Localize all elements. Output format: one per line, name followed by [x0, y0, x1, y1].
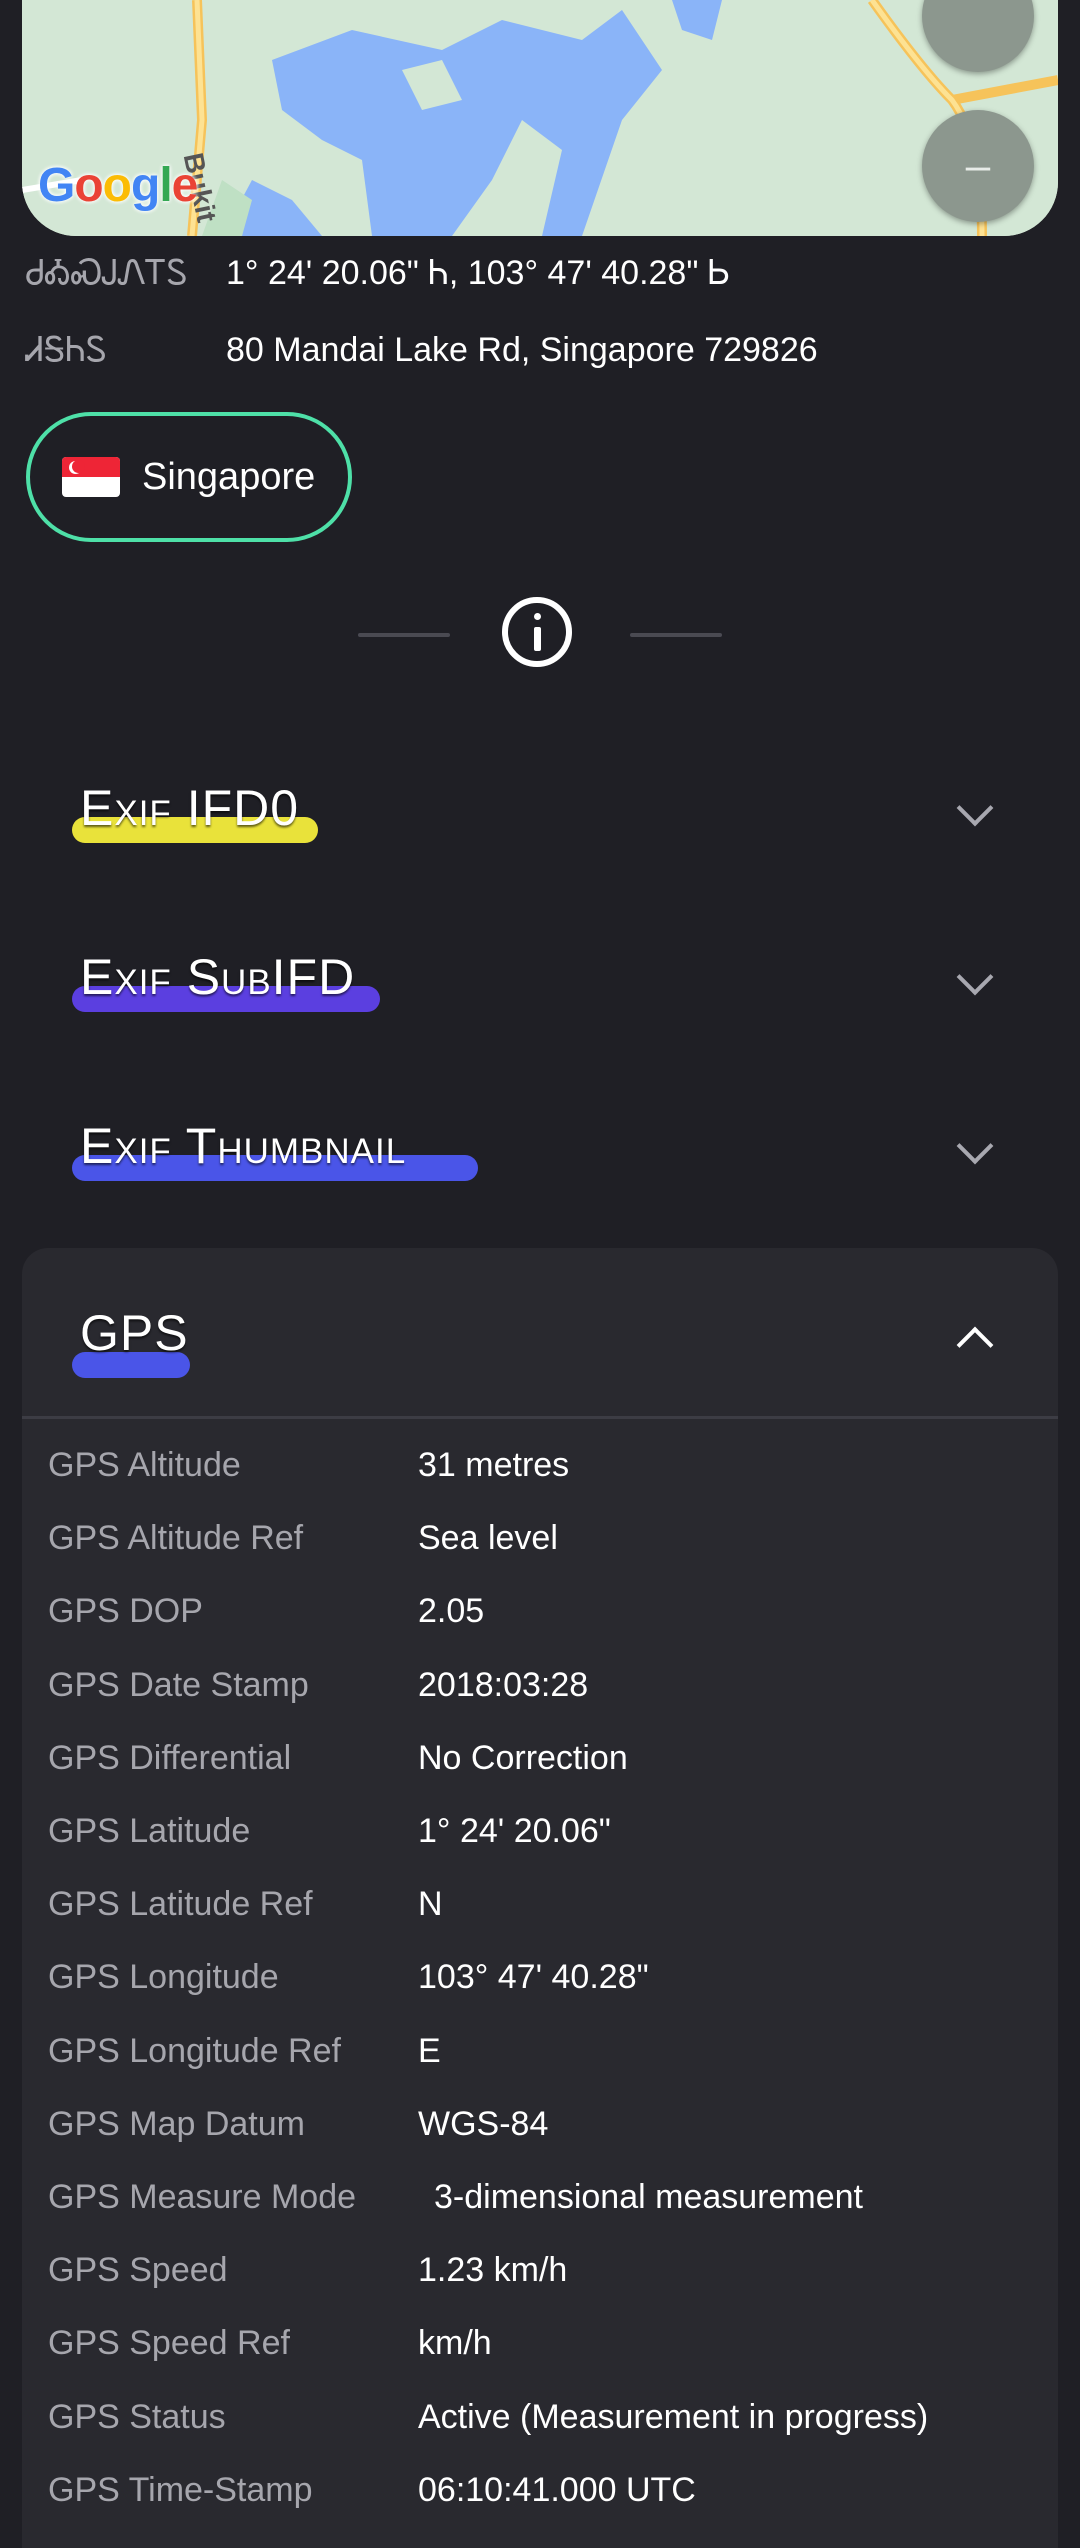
location-map[interactable]: Bukit Google – — [22, 0, 1058, 236]
info-icon[interactable] — [502, 597, 572, 667]
section-exif-subifd[interactable]: Exif SubIFD — [22, 914, 1058, 1044]
address-value: 80 Mandai Lake Rd, Singapore 729826 — [226, 331, 818, 369]
zoom-out-button[interactable]: – — [922, 110, 1034, 222]
gps-card: GPS GPS Altitude 31 metres GPS Altitude Re… — [22, 1248, 1058, 2548]
chevron-down-icon — [956, 789, 994, 827]
gps-row-label: GPS Longitude Ref — [48, 2031, 341, 2070]
gps-row-label: GPS Altitude Ref — [48, 1519, 304, 1558]
address-row: ᏗᎦᏂᏚ 80 Mandai Lake Rd, Singapore 729826 — [26, 331, 818, 370]
google-logo-letter: l — [159, 159, 172, 212]
gps-row: GPS Altitude 31 metres — [48, 1446, 569, 1485]
gps-row-value: Active (Measurement in progress) — [418, 2397, 929, 2436]
gps-row-value: Sea level — [418, 1519, 558, 1558]
section-title: Exif Thumbnail — [80, 1118, 407, 1174]
country-chip[interactable]: Singapore — [26, 412, 352, 542]
gps-row-value: 103° 47' 40.28" — [418, 1958, 649, 1997]
coordinates-row: ᏧᎣᏍᎫᏁᎢᏚ 1° 24' 20.06" Ꮒ, 103° 47' 40.28"… — [26, 254, 730, 293]
section-exif-ifd0[interactable]: Exif IFD0 — [22, 745, 1058, 875]
gps-row-value: 06:10:41.000 UTC — [418, 2470, 696, 2509]
section-title: GPS — [80, 1305, 189, 1361]
coordinates-value: 1° 24' 20.06" Ꮒ, 103° 47' 40.28" Ꮟ — [226, 254, 731, 292]
gps-row: GPS Latitude 1° 24' 20.06" — [48, 1812, 611, 1851]
gps-row: GPS Latitude Ref N — [48, 1885, 443, 1924]
gps-row-value: E — [418, 2031, 441, 2070]
gps-row-label: GPS Speed — [48, 2251, 228, 2290]
gps-row-value: N — [418, 1885, 443, 1924]
section-title: Exif SubIFD — [80, 949, 356, 1005]
section-exif-thumbnail[interactable]: Exif Thumbnail — [22, 1083, 1058, 1213]
google-logo: Google — [38, 158, 199, 213]
chevron-down-icon — [956, 958, 994, 996]
gps-row: GPS Time-Stamp 06:10:41.000 UTC — [48, 2471, 696, 2510]
gps-row-value: 3-dimensional measurement — [434, 2178, 863, 2216]
coordinates-label: ᏧᎣᏍᎫᏁᎢᏚ — [26, 254, 188, 292]
google-logo-letter: o — [74, 159, 103, 212]
gps-row-label: GPS Differential — [48, 1738, 292, 1777]
section-gps[interactable]: GPS — [22, 1248, 1058, 1378]
gps-row: GPS Longitude 103° 47' 40.28" — [48, 1958, 649, 1997]
gps-row-value: 1.23 km/h — [418, 2251, 568, 2290]
gps-row-label: GPS Latitude — [48, 1812, 251, 1850]
google-logo-letter: G — [38, 159, 75, 212]
google-logo-letter: g — [131, 159, 160, 212]
divider-right — [630, 633, 722, 637]
gps-row-label: GPS DOP — [48, 1592, 203, 1631]
gps-row: GPS Differential No Correction — [48, 1739, 628, 1778]
gps-row-value: 31 metres — [418, 1446, 570, 1484]
gps-row-label: GPS Speed Ref — [48, 2324, 290, 2363]
gps-row: GPS Speed 1.23 km/h — [48, 2251, 567, 2290]
gps-row-value: 2018:03:28 — [418, 1665, 589, 1704]
gps-row-label: GPS Date Stamp — [48, 1665, 309, 1704]
gps-row-value: km/h — [418, 2324, 492, 2363]
gps-row: GPS Map Datum WGS-84 — [48, 2105, 548, 2144]
gps-row-label: GPS Latitude Ref — [48, 1885, 313, 1924]
gps-row-label: GPS Time-Stamp — [48, 2470, 313, 2509]
gps-separator — [22, 1416, 1058, 1419]
section-title: Exif IFD0 — [80, 780, 300, 836]
gps-row-value: No Correction — [418, 1738, 628, 1777]
gps-row: GPS Status Active (Measurement in progres… — [48, 2398, 928, 2437]
gps-row: GPS Longitude Ref E — [48, 2032, 441, 2071]
divider-left — [358, 633, 450, 637]
singapore-flag-icon — [62, 457, 120, 497]
gps-row: GPS Date Stamp 2018:03:28 — [48, 1666, 588, 1705]
gps-row-label: GPS Longitude — [48, 1958, 279, 1997]
gps-row: GPS DOP 2.05 — [48, 1592, 484, 1631]
google-logo-letter: o — [102, 159, 132, 212]
address-label: ᏗᎦᏂᏚ — [26, 331, 107, 369]
gps-row-label: GPS Measure Mode — [48, 2178, 357, 2216]
gps-row-value: 1° 24' 20.06" — [418, 1812, 611, 1850]
gps-row-value: WGS-84 — [418, 2104, 549, 2143]
google-logo-letter: e — [171, 159, 199, 212]
gps-row: GPS Measure Mode 3-dimensional measuremen… — [48, 2178, 863, 2217]
country-label: Singapore — [142, 455, 316, 498]
gps-row: GPS Speed Ref km/h — [48, 2324, 492, 2363]
gps-row-value: 2.05 — [418, 1592, 485, 1631]
gps-row-label: GPS Status — [48, 2397, 226, 2436]
gps-row-label: GPS Altitude — [48, 1446, 241, 1484]
gps-row-label: GPS Map Datum — [48, 2104, 305, 2143]
gps-row: GPS Altitude Ref Sea level — [48, 1519, 558, 1558]
chevron-up-icon — [956, 1326, 994, 1364]
chevron-down-icon — [956, 1127, 994, 1165]
